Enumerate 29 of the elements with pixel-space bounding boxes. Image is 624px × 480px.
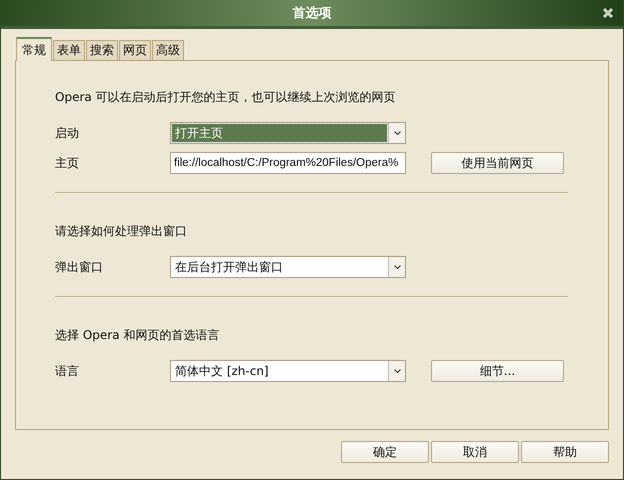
dropdown-value: 简体中文 [zh-cn] <box>174 362 270 380</box>
dropdown-value: 打开主页 <box>172 124 387 142</box>
dialog-button[interactable]: 取消 <box>431 441 519 463</box>
tab[interactable]: 常规 <box>16 37 52 61</box>
chevron-down-icon <box>394 131 400 135</box>
dialog-button[interactable]: 确定 <box>341 441 429 463</box>
section-heading: 请选择如何处理弹出窗口 <box>55 223 188 240</box>
input-field[interactable]: file://localhost/C:/Program%20Files/Opera% <box>170 152 406 174</box>
tab[interactable]: 高级 <box>152 40 184 60</box>
action-button[interactable]: 使用当前网页 <box>431 152 564 174</box>
dropdown-value: 在后台打开弹出窗口 <box>174 258 284 276</box>
tab[interactable]: 搜索 <box>86 40 118 60</box>
field-label: 启动 <box>55 124 80 142</box>
section-heading: Opera 可以在启动后打开您的主页，也可以继续上次浏览的网页 <box>55 89 397 106</box>
field-label: 弹出窗口 <box>55 258 104 276</box>
chevron-down-icon <box>394 369 400 373</box>
section-heading: 选择 Opera 和网页的首选语言 <box>55 327 220 344</box>
field-label: 语言 <box>55 362 80 380</box>
action-button[interactable]: 细节... <box>431 360 564 382</box>
close-icon[interactable] <box>603 8 613 18</box>
chevron-down-icon <box>394 265 400 269</box>
tab[interactable]: 表单 <box>53 40 85 60</box>
dropdown[interactable]: 在后台打开弹出窗口 <box>170 256 406 278</box>
dialog-button[interactable]: 帮助 <box>521 441 609 463</box>
window-title: 首选项 <box>292 5 332 22</box>
dropdown[interactable]: 简体中文 [zh-cn] <box>170 360 406 382</box>
tab[interactable]: 网页 <box>119 40 151 60</box>
dropdown[interactable]: 打开主页 <box>170 122 406 144</box>
field-label: 主页 <box>55 154 80 172</box>
